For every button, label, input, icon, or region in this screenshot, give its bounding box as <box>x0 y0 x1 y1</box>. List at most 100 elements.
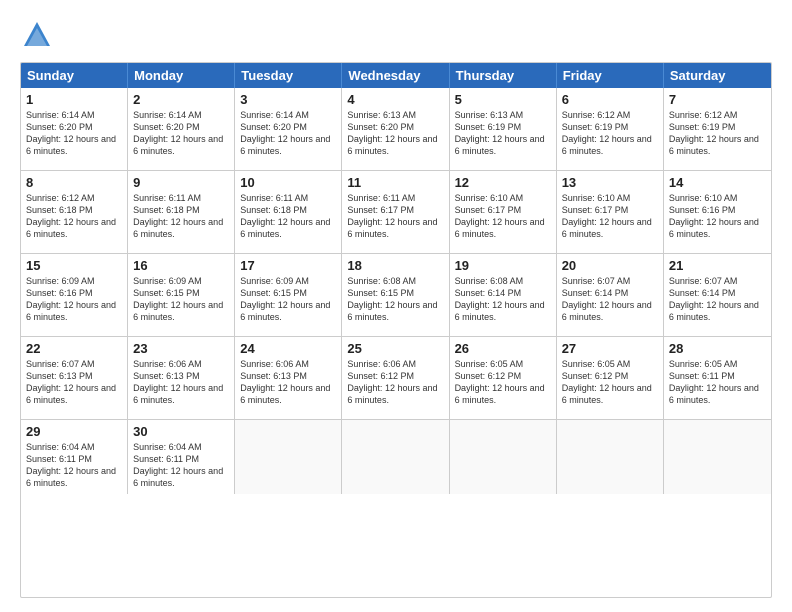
calendar-cell-28: 28 Sunrise: 6:05 AM Sunset: 6:11 PM Dayl… <box>664 337 771 419</box>
calendar-cell-2: 2 Sunrise: 6:14 AM Sunset: 6:20 PM Dayli… <box>128 88 235 170</box>
calendar-cell-24: 24 Sunrise: 6:06 AM Sunset: 6:13 PM Dayl… <box>235 337 342 419</box>
calendar-cell-empty-5 <box>557 420 664 494</box>
day-number: 17 <box>240 258 336 273</box>
calendar-cell-12: 12 Sunrise: 6:10 AM Sunset: 6:17 PM Dayl… <box>450 171 557 253</box>
header-thursday: Thursday <box>450 63 557 88</box>
day-number: 29 <box>26 424 122 439</box>
cell-info: Sunrise: 6:06 AM Sunset: 6:13 PM Dayligh… <box>133 358 229 407</box>
day-number: 6 <box>562 92 658 107</box>
cell-info: Sunrise: 6:10 AM Sunset: 6:17 PM Dayligh… <box>455 192 551 241</box>
cell-info: Sunrise: 6:05 AM Sunset: 6:11 PM Dayligh… <box>669 358 766 407</box>
calendar-cell-20: 20 Sunrise: 6:07 AM Sunset: 6:14 PM Dayl… <box>557 254 664 336</box>
calendar-cell-8: 8 Sunrise: 6:12 AM Sunset: 6:18 PM Dayli… <box>21 171 128 253</box>
day-number: 3 <box>240 92 336 107</box>
cell-info: Sunrise: 6:14 AM Sunset: 6:20 PM Dayligh… <box>133 109 229 158</box>
header-sunday: Sunday <box>21 63 128 88</box>
calendar-body: 1 Sunrise: 6:14 AM Sunset: 6:20 PM Dayli… <box>21 88 771 494</box>
day-number: 7 <box>669 92 766 107</box>
cell-info: Sunrise: 6:12 AM Sunset: 6:18 PM Dayligh… <box>26 192 122 241</box>
calendar-cell-18: 18 Sunrise: 6:08 AM Sunset: 6:15 PM Dayl… <box>342 254 449 336</box>
day-number: 27 <box>562 341 658 356</box>
calendar-cell-11: 11 Sunrise: 6:11 AM Sunset: 6:17 PM Dayl… <box>342 171 449 253</box>
calendar-cell-30: 30 Sunrise: 6:04 AM Sunset: 6:11 PM Dayl… <box>128 420 235 494</box>
day-number: 18 <box>347 258 443 273</box>
cell-info: Sunrise: 6:12 AM Sunset: 6:19 PM Dayligh… <box>669 109 766 158</box>
calendar-week-1: 1 Sunrise: 6:14 AM Sunset: 6:20 PM Dayli… <box>21 88 771 171</box>
calendar-cell-15: 15 Sunrise: 6:09 AM Sunset: 6:16 PM Dayl… <box>21 254 128 336</box>
calendar-cell-27: 27 Sunrise: 6:05 AM Sunset: 6:12 PM Dayl… <box>557 337 664 419</box>
day-number: 21 <box>669 258 766 273</box>
day-number: 20 <box>562 258 658 273</box>
calendar-cell-empty-3 <box>342 420 449 494</box>
header-tuesday: Tuesday <box>235 63 342 88</box>
cell-info: Sunrise: 6:07 AM Sunset: 6:14 PM Dayligh… <box>562 275 658 324</box>
calendar-cell-21: 21 Sunrise: 6:07 AM Sunset: 6:14 PM Dayl… <box>664 254 771 336</box>
header <box>20 18 772 52</box>
calendar-cell-empty-4 <box>450 420 557 494</box>
day-number: 8 <box>26 175 122 190</box>
logo-icon <box>20 18 54 52</box>
day-number: 2 <box>133 92 229 107</box>
header-wednesday: Wednesday <box>342 63 449 88</box>
calendar-week-4: 22 Sunrise: 6:07 AM Sunset: 6:13 PM Dayl… <box>21 337 771 420</box>
day-number: 1 <box>26 92 122 107</box>
calendar-cell-16: 16 Sunrise: 6:09 AM Sunset: 6:15 PM Dayl… <box>128 254 235 336</box>
calendar-week-2: 8 Sunrise: 6:12 AM Sunset: 6:18 PM Dayli… <box>21 171 771 254</box>
calendar-cell-10: 10 Sunrise: 6:11 AM Sunset: 6:18 PM Dayl… <box>235 171 342 253</box>
cell-info: Sunrise: 6:04 AM Sunset: 6:11 PM Dayligh… <box>26 441 122 490</box>
cell-info: Sunrise: 6:12 AM Sunset: 6:19 PM Dayligh… <box>562 109 658 158</box>
cell-info: Sunrise: 6:14 AM Sunset: 6:20 PM Dayligh… <box>26 109 122 158</box>
calendar-week-3: 15 Sunrise: 6:09 AM Sunset: 6:16 PM Dayl… <box>21 254 771 337</box>
calendar-cell-empty-6 <box>664 420 771 494</box>
calendar-cell-1: 1 Sunrise: 6:14 AM Sunset: 6:20 PM Dayli… <box>21 88 128 170</box>
cell-info: Sunrise: 6:07 AM Sunset: 6:13 PM Dayligh… <box>26 358 122 407</box>
page: Sunday Monday Tuesday Wednesday Thursday… <box>0 0 792 612</box>
calendar-cell-26: 26 Sunrise: 6:05 AM Sunset: 6:12 PM Dayl… <box>450 337 557 419</box>
cell-info: Sunrise: 6:08 AM Sunset: 6:15 PM Dayligh… <box>347 275 443 324</box>
calendar-cell-19: 19 Sunrise: 6:08 AM Sunset: 6:14 PM Dayl… <box>450 254 557 336</box>
cell-info: Sunrise: 6:11 AM Sunset: 6:17 PM Dayligh… <box>347 192 443 241</box>
day-number: 22 <box>26 341 122 356</box>
cell-info: Sunrise: 6:05 AM Sunset: 6:12 PM Dayligh… <box>455 358 551 407</box>
calendar: Sunday Monday Tuesday Wednesday Thursday… <box>20 62 772 598</box>
calendar-week-5: 29 Sunrise: 6:04 AM Sunset: 6:11 PM Dayl… <box>21 420 771 494</box>
calendar-cell-4: 4 Sunrise: 6:13 AM Sunset: 6:20 PM Dayli… <box>342 88 449 170</box>
calendar-cell-14: 14 Sunrise: 6:10 AM Sunset: 6:16 PM Dayl… <box>664 171 771 253</box>
cell-info: Sunrise: 6:05 AM Sunset: 6:12 PM Dayligh… <box>562 358 658 407</box>
day-number: 15 <box>26 258 122 273</box>
cell-info: Sunrise: 6:07 AM Sunset: 6:14 PM Dayligh… <box>669 275 766 324</box>
day-number: 10 <box>240 175 336 190</box>
calendar-cell-17: 17 Sunrise: 6:09 AM Sunset: 6:15 PM Dayl… <box>235 254 342 336</box>
cell-info: Sunrise: 6:09 AM Sunset: 6:15 PM Dayligh… <box>240 275 336 324</box>
calendar-header: Sunday Monday Tuesday Wednesday Thursday… <box>21 63 771 88</box>
header-friday: Friday <box>557 63 664 88</box>
calendar-cell-29: 29 Sunrise: 6:04 AM Sunset: 6:11 PM Dayl… <box>21 420 128 494</box>
calendar-cell-25: 25 Sunrise: 6:06 AM Sunset: 6:12 PM Dayl… <box>342 337 449 419</box>
calendar-cell-23: 23 Sunrise: 6:06 AM Sunset: 6:13 PM Dayl… <box>128 337 235 419</box>
header-saturday: Saturday <box>664 63 771 88</box>
day-number: 23 <box>133 341 229 356</box>
day-number: 19 <box>455 258 551 273</box>
calendar-cell-22: 22 Sunrise: 6:07 AM Sunset: 6:13 PM Dayl… <box>21 337 128 419</box>
day-number: 4 <box>347 92 443 107</box>
cell-info: Sunrise: 6:09 AM Sunset: 6:16 PM Dayligh… <box>26 275 122 324</box>
day-number: 13 <box>562 175 658 190</box>
calendar-cell-empty-2 <box>235 420 342 494</box>
cell-info: Sunrise: 6:06 AM Sunset: 6:13 PM Dayligh… <box>240 358 336 407</box>
cell-info: Sunrise: 6:04 AM Sunset: 6:11 PM Dayligh… <box>133 441 229 490</box>
day-number: 11 <box>347 175 443 190</box>
cell-info: Sunrise: 6:09 AM Sunset: 6:15 PM Dayligh… <box>133 275 229 324</box>
day-number: 25 <box>347 341 443 356</box>
header-monday: Monday <box>128 63 235 88</box>
day-number: 26 <box>455 341 551 356</box>
logo <box>20 18 58 52</box>
day-number: 24 <box>240 341 336 356</box>
day-number: 28 <box>669 341 766 356</box>
calendar-cell-6: 6 Sunrise: 6:12 AM Sunset: 6:19 PM Dayli… <box>557 88 664 170</box>
cell-info: Sunrise: 6:13 AM Sunset: 6:20 PM Dayligh… <box>347 109 443 158</box>
cell-info: Sunrise: 6:14 AM Sunset: 6:20 PM Dayligh… <box>240 109 336 158</box>
calendar-cell-7: 7 Sunrise: 6:12 AM Sunset: 6:19 PM Dayli… <box>664 88 771 170</box>
day-number: 5 <box>455 92 551 107</box>
cell-info: Sunrise: 6:10 AM Sunset: 6:16 PM Dayligh… <box>669 192 766 241</box>
cell-info: Sunrise: 6:11 AM Sunset: 6:18 PM Dayligh… <box>133 192 229 241</box>
